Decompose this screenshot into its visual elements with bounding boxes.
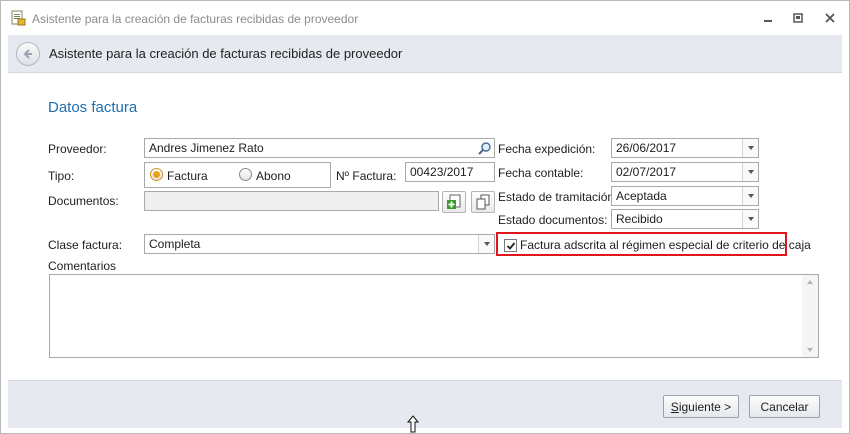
clase-factura-label: Clase factura: — [48, 238, 123, 252]
clase-factura-dropdown-button[interactable] — [478, 235, 494, 253]
estado-tramitacion-select[interactable]: Aceptada — [611, 186, 759, 206]
n-factura-label: Nº Factura: — [336, 169, 397, 183]
fecha-expedicion-value: 26/06/2017 — [616, 141, 677, 155]
fecha-expedicion-field[interactable]: 26/06/2017 — [611, 138, 759, 158]
fecha-expedicion-dropdown-button[interactable] — [742, 139, 758, 157]
cancel-button[interactable]: Cancelar — [749, 395, 820, 418]
estado-tramitacion-label: Estado de tramitación: — [498, 190, 618, 204]
wizard-title: Asistente para la creación de facturas r… — [49, 46, 403, 61]
n-factura-value: 00423/2017 — [410, 165, 474, 179]
wizard-header: Asistente para la creación de facturas r… — [8, 35, 842, 73]
add-document-button[interactable] — [442, 191, 466, 213]
cancel-button-label: Cancelar — [760, 399, 809, 414]
estado-tramitacion-value: Aceptada — [616, 189, 667, 203]
chevron-down-icon — [483, 242, 490, 246]
estado-tramitacion-dropdown-button[interactable] — [742, 187, 758, 205]
section-title: Datos factura — [48, 99, 138, 116]
add-document-icon — [447, 194, 461, 209]
next-button-label: iguiente > — [678, 399, 732, 414]
chevron-down-icon — [747, 146, 754, 150]
wizard-footer: Siguiente > Cancelar — [8, 380, 842, 428]
radio-factura-label[interactable]: Factura — [167, 169, 208, 183]
next-button[interactable]: Siguiente > — [663, 395, 739, 418]
chevron-down-icon — [747, 170, 754, 174]
next-button-accelerator: S — [670, 399, 679, 414]
radio-abono-label[interactable]: Abono — [256, 169, 291, 183]
criterio-caja-label[interactable]: Factura adscrita al régimen especial de … — [520, 238, 811, 252]
clase-factura-select[interactable]: Completa — [144, 234, 495, 254]
n-factura-field[interactable]: 00423/2017 — [405, 162, 495, 182]
wizard-window: Asistente para la creación de facturas r… — [0, 0, 850, 434]
invoice-app-icon — [11, 10, 26, 26]
chevron-down-icon — [747, 194, 754, 198]
radio-abono[interactable] — [239, 168, 252, 181]
estado-documentos-label: Estado documentos: — [498, 213, 608, 227]
radio-factura[interactable] — [150, 168, 163, 181]
estado-documentos-select[interactable]: Recibido — [611, 209, 759, 229]
estado-documentos-dropdown-button[interactable] — [742, 210, 758, 228]
fecha-contable-value: 02/07/2017 — [616, 165, 677, 179]
fecha-contable-label: Fecha contable: — [498, 166, 584, 180]
proveedor-field[interactable]: Andres Jimenez Rato — [144, 138, 495, 158]
close-icon — [825, 13, 835, 23]
title-bar: Asistente para la creación de facturas r… — [1, 1, 849, 35]
documentos-label: Documentos: — [48, 194, 119, 208]
documentos-field[interactable] — [144, 191, 439, 211]
fecha-expedicion-label: Fecha expedición: — [498, 142, 596, 156]
proveedor-label: Proveedor: — [48, 142, 107, 156]
criterio-caja-checkbox[interactable] — [504, 239, 517, 252]
proveedor-value: Andres Jimenez Rato — [149, 141, 264, 155]
minimize-icon — [764, 20, 772, 22]
resize-cursor-icon — [406, 415, 420, 433]
tipo-radio-group: Factura Abono — [144, 162, 331, 188]
restore-icon — [793, 13, 803, 23]
scroll-down-icon — [807, 348, 813, 352]
tipo-label: Tipo: — [48, 169, 75, 183]
fecha-contable-field[interactable]: 02/07/2017 — [611, 162, 759, 182]
scroll-up-icon — [807, 280, 813, 284]
back-arrow-icon — [23, 49, 32, 59]
copy-document-button[interactable] — [471, 191, 495, 213]
close-button[interactable] — [820, 9, 840, 27]
comentarios-scrollbar[interactable] — [802, 275, 818, 357]
restore-button[interactable] — [788, 9, 808, 27]
minimize-button[interactable] — [758, 9, 778, 27]
chevron-down-icon — [747, 217, 754, 221]
copy-document-icon — [476, 194, 490, 210]
checkmark-icon — [506, 241, 515, 250]
estado-documentos-value: Recibido — [616, 212, 663, 226]
clase-factura-value: Completa — [149, 237, 201, 251]
fecha-contable-dropdown-button[interactable] — [742, 163, 758, 181]
window-title: Asistente para la creación de facturas r… — [32, 12, 359, 26]
comentarios-textarea[interactable] — [49, 274, 819, 358]
criterio-caja-highlight: Factura adscrita al régimen especial de … — [496, 232, 811, 256]
search-icon — [478, 142, 491, 155]
back-button[interactable] — [16, 42, 40, 66]
proveedor-search-button[interactable] — [476, 139, 494, 157]
comentarios-label: Comentarios — [48, 259, 117, 273]
